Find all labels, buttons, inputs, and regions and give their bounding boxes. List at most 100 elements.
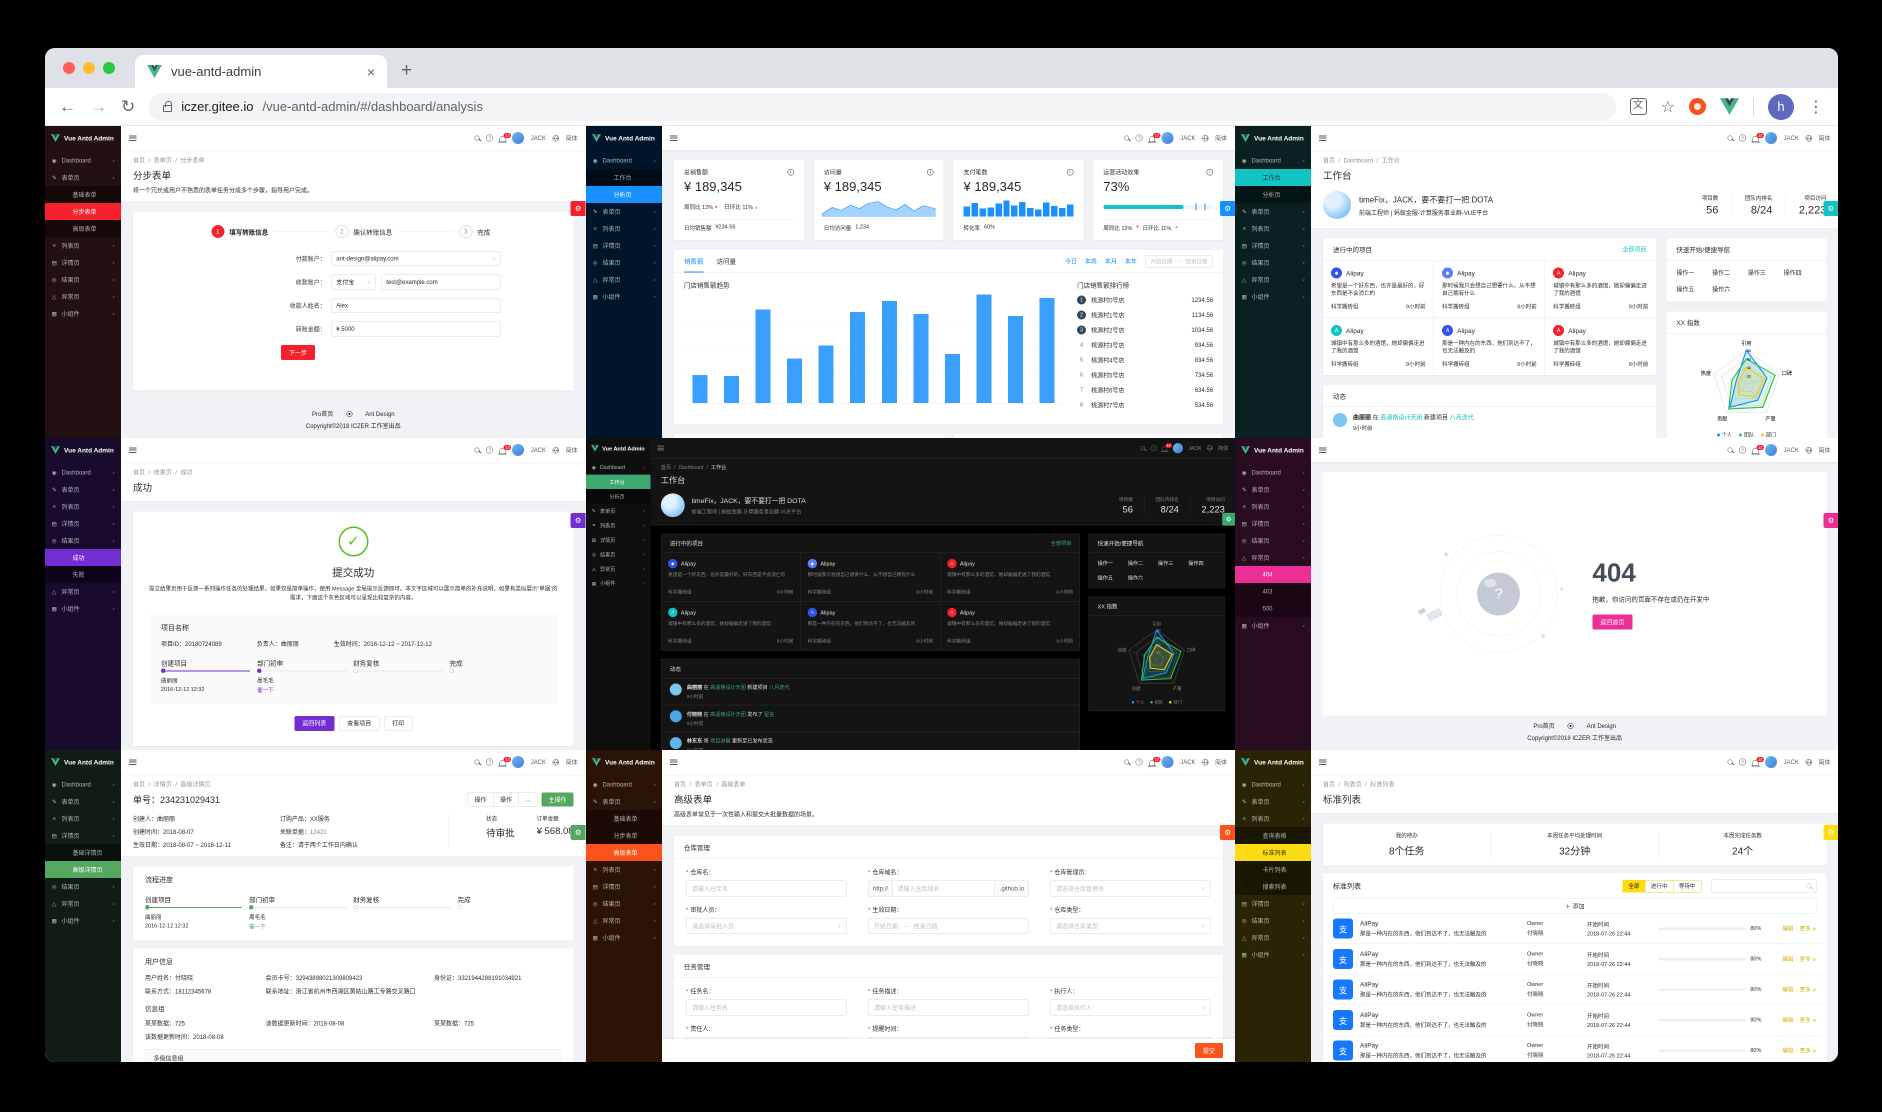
- breadcrumb-item[interactable]: 首页: [133, 781, 154, 788]
- collapse-menu-icon[interactable]: [1318, 759, 1327, 765]
- search-icon[interactable]: [474, 447, 480, 453]
- theme-settings-button[interactable]: ⚙: [1822, 824, 1838, 840]
- step-link[interactable]: 催一下: [257, 686, 346, 694]
- notification-bell-icon[interactable]: 12: [1147, 756, 1161, 767]
- zoom-window-button[interactable]: [103, 62, 115, 74]
- sidebar-item[interactable]: △ 异常页 ∨: [586, 561, 651, 575]
- quick-op-link[interactable]: 操作二: [1712, 269, 1745, 278]
- project-tile[interactable]: A Alipay 城镇中有那么多的酒馆，她却偏偏走进了我的酒馆 科学搬砖组 9小时前: [1545, 318, 1656, 375]
- user-avatar[interactable]: [1764, 756, 1777, 768]
- sidebar-item[interactable]: 基础表单: [585, 810, 662, 827]
- collapse-menu-icon[interactable]: [129, 759, 137, 765]
- form-control[interactable]: 请输入任务描述: [867, 999, 1029, 1016]
- sidebar-item[interactable]: ≡ 列表页 ∨: [1235, 498, 1311, 515]
- language-globe-icon[interactable]: [1804, 446, 1812, 454]
- submit-button[interactable]: 提交: [1194, 1043, 1223, 1058]
- sidebar-item[interactable]: ✎ 表单页 ∨: [1235, 203, 1311, 220]
- theme-settings-button[interactable]: ⚙: [1822, 200, 1838, 216]
- search-icon[interactable]: [1140, 445, 1145, 451]
- edit-link[interactable]: 编辑: [1782, 1048, 1793, 1054]
- notification-bell-icon[interactable]: 12: [498, 132, 512, 143]
- rank-row[interactable]: 4 桃源村3号店 934.56: [1077, 341, 1213, 350]
- sidebar-item[interactable]: ▤ 详情页 ∨: [586, 237, 662, 254]
- breadcrumb-item[interactable]: 表单页: [154, 157, 181, 164]
- sidebar-item[interactable]: 成功: [45, 549, 121, 566]
- sidebar-item[interactable]: ◉ Dashboard ∨: [45, 152, 121, 169]
- legend-item[interactable]: 团队: [1149, 698, 1163, 705]
- form-control[interactable]: 请输入仓库名: [685, 880, 847, 897]
- help-icon[interactable]: ?: [1135, 758, 1143, 766]
- primary-action-button[interactable]: 主操作: [541, 792, 574, 807]
- theme-settings-button[interactable]: ⚙: [570, 824, 586, 840]
- form-control[interactable]: http://请输入仓库域名 .github.io: [867, 880, 1029, 897]
- info-icon[interactable]: i: [786, 169, 794, 176]
- form-control[interactable]: 请选择仓库管理员 ∨: [1049, 880, 1211, 897]
- sidebar-item[interactable]: ◉ Dashboard ∨: [586, 776, 662, 793]
- notification-bell-icon[interactable]: 12: [1751, 132, 1764, 143]
- payee-account-input[interactable]: test@example.com: [380, 274, 501, 290]
- github-icon[interactable]: [346, 410, 353, 417]
- sidebar-item[interactable]: ▦ 小组件 ∨: [1235, 946, 1311, 963]
- sidebar-item[interactable]: ◉ Dashboard ∧: [1235, 152, 1311, 169]
- more-link[interactable]: 更多 ∨: [1799, 1018, 1816, 1024]
- sidebar-item[interactable]: 工作台: [1234, 169, 1311, 186]
- breadcrumb-item[interactable]: 首页: [674, 781, 695, 788]
- sidebar-item[interactable]: △ 异常页 ∨: [45, 288, 121, 305]
- form-control[interactable]: 开始日期 ~ 结束日期: [867, 918, 1029, 934]
- browser-menu-icon[interactable]: ⋮: [1808, 97, 1824, 117]
- back-button[interactable]: ←: [59, 97, 76, 117]
- project-tile[interactable]: ◆ Alipay 希望是一个好东西，也许是最好的，好东西是不会消亡的 科学搬砖组 9…: [1322, 260, 1434, 318]
- list-row[interactable]: 支 AliPay 那是一种内在的东西，他们到达不了，也无法触及的 Owner 付晓晓…: [1322, 944, 1826, 975]
- sidebar-item[interactable]: ✎ 表单页 ∨: [586, 504, 651, 518]
- footer-antd-link[interactable]: Ant Design: [365, 410, 394, 417]
- search-icon[interactable]: [1727, 135, 1733, 141]
- brand[interactable]: Vue Antd Admin: [586, 438, 651, 458]
- quick-op-link[interactable]: 操作六: [1712, 285, 1745, 294]
- sidebar-item[interactable]: ◉ Dashboard ∨: [45, 464, 121, 481]
- breadcrumb-item[interactable]: 首页: [660, 464, 678, 470]
- quick-op-link[interactable]: 操作六: [1127, 574, 1155, 581]
- sidebar-item[interactable]: ▤ 详情页 ∨: [1235, 237, 1311, 254]
- search-icon[interactable]: [1727, 759, 1733, 765]
- info-icon[interactable]: i: [926, 169, 934, 176]
- filter-button[interactable]: 进行中: [1644, 879, 1673, 893]
- sidebar-item[interactable]: ≡ 列表页 ∧: [1235, 810, 1311, 827]
- range-link[interactable]: 本月: [1104, 257, 1116, 266]
- sidebar-item[interactable]: ◎ 结果页 ∧: [45, 532, 121, 549]
- forward-button[interactable]: →: [90, 97, 107, 117]
- help-icon[interactable]: ?: [486, 134, 494, 142]
- sidebar-item[interactable]: ▤ 详情页 ∨: [45, 515, 121, 532]
- language-label[interactable]: 简体: [566, 134, 578, 143]
- help-icon[interactable]: ?: [1738, 134, 1746, 142]
- language-globe-icon[interactable]: [552, 134, 560, 142]
- rank-row[interactable]: 1 桃源村0号店 1234.56: [1076, 295, 1213, 305]
- brand[interactable]: Vue Antd Admin: [586, 126, 662, 150]
- payee-type-select[interactable]: 支付宝 ∨: [330, 274, 376, 290]
- sidebar-item[interactable]: ◎ 结果页 ∨: [45, 271, 121, 288]
- info-icon[interactable]: i: [1206, 169, 1213, 176]
- sidebar-item[interactable]: 搜索列表: [1234, 878, 1311, 895]
- sidebar-item[interactable]: 失败: [45, 566, 121, 583]
- all-projects-link[interactable]: 全部项目: [1050, 540, 1070, 547]
- breadcrumb-item[interactable]: 高级表单: [721, 781, 745, 788]
- form-control[interactable]: 请选择仓库类型 ∨: [1049, 918, 1211, 934]
- sidebar-item[interactable]: 工作台: [585, 474, 651, 490]
- sidebar-item[interactable]: ◉ Dashboard ∧: [586, 152, 662, 169]
- payee-name-input[interactable]: Alex: [330, 298, 501, 313]
- list-row[interactable]: 支 AliPay 那是一种内在的东西，他们到达不了，也无法触及的 Owner 付晓晓…: [1322, 914, 1826, 944]
- filter-button[interactable]: 等待中: [1672, 879, 1701, 893]
- sidebar-item[interactable]: ✎ 表单页 ∨: [586, 203, 662, 220]
- quick-op-link[interactable]: 操作五: [1676, 285, 1709, 294]
- brand[interactable]: Vue Antd Admin: [586, 750, 662, 774]
- search-icon[interactable]: [1123, 135, 1129, 141]
- sidebar-item[interactable]: 高级表单: [45, 220, 121, 237]
- sidebar-item[interactable]: △ 异常页 ∧: [1235, 549, 1311, 566]
- breadcrumb-item[interactable]: 结果页: [154, 469, 181, 476]
- more-link[interactable]: 更多 ∨: [1799, 1048, 1816, 1054]
- more-link[interactable]: 更多 ∨: [1799, 926, 1816, 932]
- sidebar-item[interactable]: ✎ 表单页 ∧: [586, 793, 662, 810]
- footer-home-link[interactable]: Pro首页: [312, 410, 333, 419]
- sidebar-item[interactable]: ▦ 小组件 ∨: [586, 929, 662, 946]
- sidebar-item[interactable]: 基础表单: [45, 186, 121, 203]
- sidebar-item[interactable]: △ 异常页 ∨: [1235, 929, 1311, 946]
